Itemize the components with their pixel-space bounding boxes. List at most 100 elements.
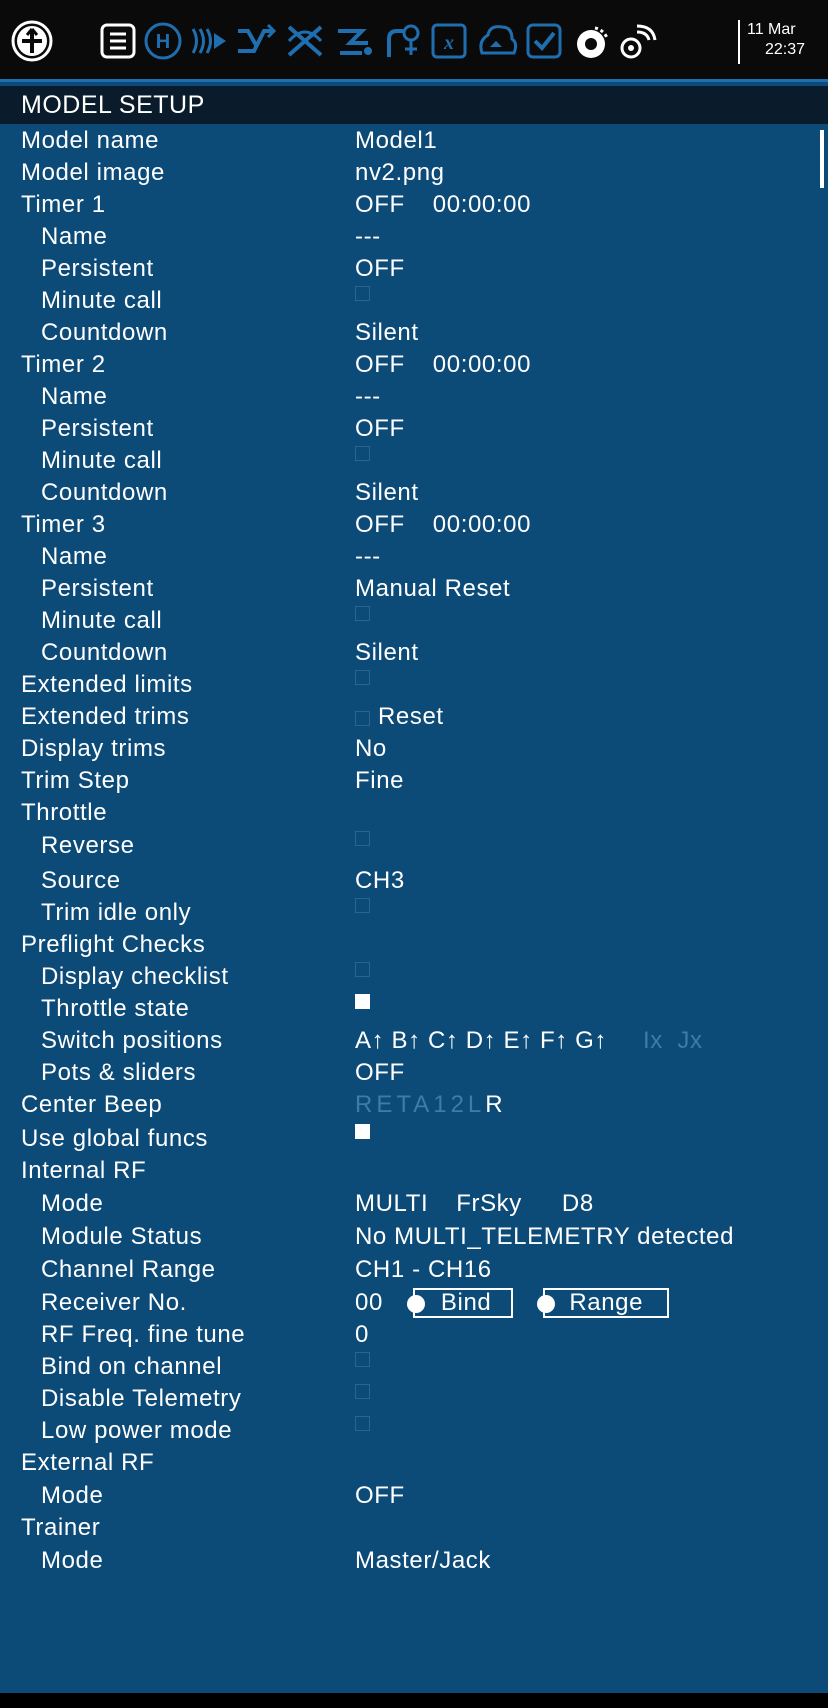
row-disable-telemetry[interactable]: Disable Telemetry (0, 1382, 820, 1416)
countdown-value[interactable]: Silent (355, 316, 419, 350)
minute-call-checkbox[interactable] (355, 606, 370, 621)
row-timer-1-countdown[interactable]: Countdown Silent (0, 316, 820, 350)
external-rf-mode-value[interactable]: OFF (355, 1479, 405, 1513)
model-image-value[interactable]: nv2.png (355, 156, 445, 190)
row-internal-rf-mode[interactable]: Mode MULTI FrSky D8 (0, 1187, 820, 1221)
row-extended-limits[interactable]: Extended limits (0, 668, 820, 702)
row-extended-trims[interactable]: Extended trims Reset (0, 700, 820, 734)
radio-menu-icon[interactable] (8, 18, 56, 64)
row-receiver-no[interactable]: Receiver No. 00 Bind Range (0, 1286, 820, 1320)
throttle-source-value[interactable]: CH3 (355, 864, 405, 898)
timer-name-value[interactable]: --- (355, 220, 381, 254)
lua-scripts-icon[interactable] (474, 18, 520, 64)
persistent-value[interactable]: Manual Reset (355, 572, 510, 606)
curves-icon[interactable] (282, 18, 328, 64)
display-trims-value[interactable]: No (355, 732, 387, 766)
row-channel-range[interactable]: Channel Range CH1 - CH16 (0, 1253, 820, 1287)
reset-trims-button[interactable]: Reset (378, 700, 444, 734)
throttle-reverse-checkbox[interactable] (355, 831, 370, 846)
persistent-value[interactable]: OFF (355, 252, 405, 286)
disable-telemetry-checkbox[interactable] (355, 1384, 370, 1399)
outputs-icon[interactable] (188, 18, 230, 64)
row-timer-2-countdown[interactable]: Countdown Silent (0, 476, 820, 510)
mixes-icon[interactable] (233, 18, 279, 64)
rf-freq-fine-tune-value[interactable]: 0 (355, 1318, 369, 1352)
row-external-rf-mode[interactable]: Mode OFF (0, 1479, 820, 1513)
row-display-trims[interactable]: Display trims No (0, 732, 820, 766)
timer-name-value[interactable]: --- (355, 540, 381, 574)
timer-state[interactable]: OFF (355, 508, 405, 542)
row-model-image[interactable]: Model image nv2.png (0, 156, 820, 190)
timer-2-value[interactable]: OFF 00:00:00 (355, 348, 531, 382)
row-timer-1[interactable]: Timer 1 OFF 00:00:00 (0, 188, 820, 222)
minute-call-checkbox[interactable] (355, 446, 370, 461)
row-timer-1-minute-call[interactable]: Minute call (0, 284, 820, 318)
countdown-value[interactable]: Silent (355, 636, 419, 670)
rf-protocol-value[interactable]: FrSky (456, 1187, 522, 1221)
row-throttle-reverse[interactable]: Reverse (0, 829, 820, 863)
low-power-mode-checkbox[interactable] (355, 1416, 370, 1431)
row-pots-sliders[interactable]: Pots & sliders OFF (0, 1056, 820, 1090)
row-timer-3[interactable]: Timer 3 OFF 00:00:00 (0, 508, 820, 542)
row-bind-on-channel[interactable]: Bind on channel (0, 1350, 820, 1384)
model-name-value[interactable]: Model1 (355, 124, 437, 158)
row-model-name[interactable]: Model name Model1 (0, 124, 820, 158)
row-timer-2-persistent[interactable]: Persistent OFF (0, 412, 820, 446)
rf-subtype-value[interactable]: D8 (562, 1187, 594, 1221)
row-throttle-source[interactable]: Source CH3 (0, 864, 820, 898)
bind-button[interactable]: Bind (406, 1288, 514, 1318)
bind-on-channel-checkbox[interactable] (355, 1352, 370, 1367)
special-functions-icon[interactable] (380, 18, 424, 64)
center-beep-active[interactable]: R (485, 1088, 506, 1122)
row-use-global-funcs[interactable]: Use global funcs (0, 1122, 820, 1156)
timer-3-value[interactable]: OFF 00:00:00 (355, 508, 531, 542)
row-trim-step[interactable]: Trim Step Fine (0, 764, 820, 798)
throttle-state-checkbox[interactable] (355, 994, 370, 1009)
scrollbar-thumb[interactable] (820, 130, 824, 188)
row-timer-2[interactable]: Timer 2 OFF 00:00:00 (0, 348, 820, 382)
pots-sliders-value[interactable]: OFF (355, 1056, 405, 1090)
timer-time[interactable]: 00:00:00 (433, 348, 531, 382)
use-global-funcs-checkbox[interactable] (355, 1124, 370, 1139)
model-menu-icon[interactable] (98, 18, 138, 64)
trainer-mode-value[interactable]: Master/Jack (355, 1544, 491, 1578)
trim-step-value[interactable]: Fine (355, 764, 404, 798)
gvars-icon[interactable]: x (427, 18, 471, 64)
timer-state[interactable]: OFF (355, 188, 405, 222)
minute-call-checkbox[interactable] (355, 286, 370, 301)
rf-mode-value[interactable]: MULTI (355, 1187, 428, 1221)
timer-time[interactable]: 00:00:00 (433, 188, 531, 222)
row-timer-1-persistent[interactable]: Persistent OFF (0, 252, 820, 286)
heli-icon[interactable]: H (141, 18, 185, 64)
row-trainer-mode[interactable]: Mode Master/Jack (0, 1544, 820, 1578)
persistent-value[interactable]: OFF (355, 412, 405, 446)
row-timer-3-countdown[interactable]: Countdown Silent (0, 636, 820, 670)
switch-positions-value[interactable]: A↑ B↑ C↑ D↑ E↑ F↑ G↑ (355, 1024, 607, 1058)
row-low-power-mode[interactable]: Low power mode (0, 1414, 820, 1448)
extended-trims-checkbox[interactable] (355, 710, 370, 726)
row-center-beep[interactable]: Center Beep RETA12L R (0, 1088, 820, 1122)
row-display-checklist[interactable]: Display checklist (0, 960, 820, 994)
trim-idle-only-checkbox[interactable] (355, 898, 370, 913)
timer-1-value[interactable]: OFF 00:00:00 (355, 188, 531, 222)
telemetry-signal-icon[interactable] (616, 18, 660, 64)
row-timer-2-name[interactable]: Name --- (0, 380, 820, 414)
row-rf-freq-fine-tune[interactable]: RF Freq. fine tune 0 (0, 1318, 820, 1352)
display-checklist-checkbox[interactable] (355, 962, 370, 977)
checklist-icon[interactable] (570, 18, 614, 64)
scrollbar-track[interactable] (820, 124, 828, 1708)
timer-time[interactable]: 00:00:00 (433, 508, 531, 542)
receiver-number-value[interactable]: 00 (355, 1286, 383, 1320)
row-throttle-state[interactable]: Throttle state (0, 992, 820, 1026)
logical-switches-icon[interactable] (331, 18, 377, 64)
row-trim-idle-only[interactable]: Trim idle only (0, 896, 820, 930)
row-timer-1-name[interactable]: Name --- (0, 220, 820, 254)
row-timer-2-minute-call[interactable]: Minute call (0, 444, 820, 478)
extended-limits-checkbox[interactable] (355, 670, 370, 685)
row-timer-3-name[interactable]: Name --- (0, 540, 820, 574)
switch-positions-inactive[interactable]: Ix Jx (643, 1024, 703, 1058)
channel-range-value[interactable]: CH1 - CH16 (355, 1253, 492, 1287)
row-switch-positions[interactable]: Switch positions A↑ B↑ C↑ D↑ E↑ F↑ G↑ Ix… (0, 1024, 820, 1058)
center-beep-inactive[interactable]: RETA12L (355, 1088, 485, 1122)
telemetry-icon[interactable] (523, 18, 567, 64)
